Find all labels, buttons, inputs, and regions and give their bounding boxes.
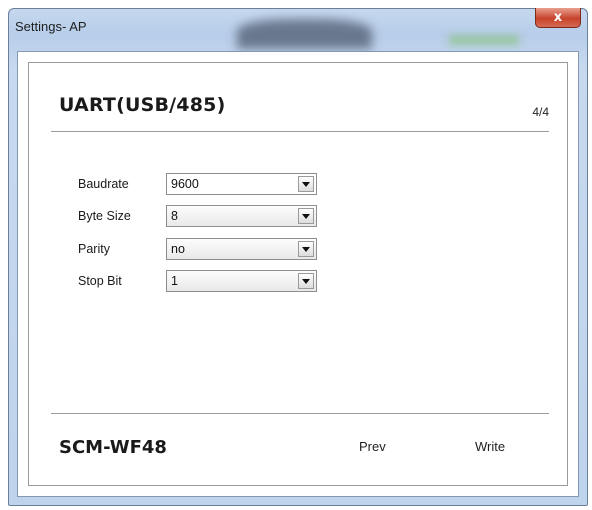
select-value: 9600	[171, 177, 199, 191]
window-title: Settings- AP	[15, 19, 87, 34]
close-button[interactable]: x	[535, 8, 581, 28]
settings-window: Settings- AP x UART(USB/485) 4/4 Baudrat…	[8, 8, 588, 506]
write-button[interactable]: Write	[475, 439, 505, 454]
chevron-down-icon[interactable]	[298, 273, 314, 289]
select-value: 1	[171, 274, 178, 288]
settings-panel: UART(USB/485) 4/4 Baudrate 9600 Byte Siz…	[28, 62, 568, 486]
stop-bit-select[interactable]: 1	[166, 270, 317, 292]
select-value: 8	[171, 209, 178, 223]
desktop-background-blur-green	[449, 35, 519, 45]
chevron-down-icon[interactable]	[298, 176, 314, 192]
chevron-down-icon[interactable]	[298, 208, 314, 224]
setting-label: Parity	[78, 242, 110, 256]
close-icon: x	[553, 10, 563, 25]
footer-divider	[51, 413, 549, 414]
client-area: UART(USB/485) 4/4 Baudrate 9600 Byte Siz…	[17, 51, 579, 497]
setting-label: Baudrate	[78, 177, 129, 191]
parity-select[interactable]: no	[166, 238, 317, 260]
prev-button[interactable]: Prev	[359, 439, 386, 454]
select-value: no	[171, 242, 185, 256]
byte-size-select[interactable]: 8	[166, 205, 317, 227]
desktop-background-blur	[237, 19, 372, 49]
header-divider	[51, 131, 549, 132]
setting-label: Stop Bit	[78, 274, 122, 288]
baudrate-select[interactable]: 9600	[166, 173, 317, 195]
page-title: UART(USB/485)	[59, 94, 226, 116]
chevron-down-icon[interactable]	[298, 241, 314, 257]
product-name: SCM-WF48	[59, 437, 167, 458]
setting-label: Byte Size	[78, 209, 131, 223]
title-bar[interactable]: Settings- AP x	[9, 8, 587, 49]
page-indicator: 4/4	[532, 105, 549, 119]
